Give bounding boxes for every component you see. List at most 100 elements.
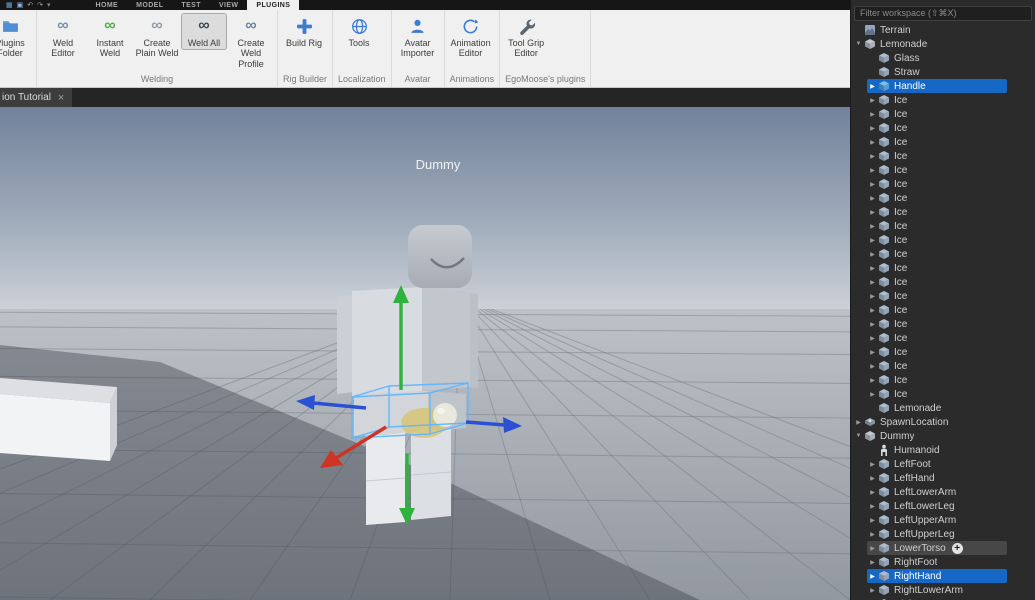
tree-row-ice[interactable]: ▶Ice (851, 93, 1035, 107)
tree-row-ice[interactable]: ▶Ice (851, 359, 1035, 373)
tree-row-handle[interactable]: ▶Handle (851, 79, 1035, 93)
collapse-arrow-icon[interactable]: ▼ (853, 41, 864, 47)
white-part[interactable] (0, 378, 117, 461)
ribbon-button-avatar-importer[interactable]: Avatar Importer (395, 13, 441, 61)
expand-arrow-icon[interactable]: ▶ (867, 195, 878, 202)
tree-row-righthand[interactable]: ▶RightHand (851, 569, 1035, 583)
tree-row-ice[interactable]: ▶Ice (851, 373, 1035, 387)
ribbon-button-weld-all[interactable]: ∞Weld All (181, 13, 227, 50)
ribbon-button-tools[interactable]: Tools (336, 13, 382, 50)
tree-row-ice[interactable]: ▶Ice (851, 205, 1035, 219)
dummy-head[interactable] (408, 225, 472, 288)
save-icon[interactable]: ▣ (17, 2, 24, 9)
expand-arrow-icon[interactable]: ▶ (867, 321, 878, 328)
expand-arrow-icon[interactable]: ▶ (867, 559, 878, 566)
tree-row-ice[interactable]: ▶Ice (851, 233, 1035, 247)
tree-row-ice[interactable]: ▶Ice (851, 387, 1035, 401)
expand-arrow-icon[interactable]: ▶ (867, 573, 878, 580)
ribbon-button-instant-weld[interactable]: ∞Instant Weld (87, 13, 133, 61)
tab-home[interactable]: HOME (87, 0, 128, 10)
redo-icon[interactable]: ↷ (37, 2, 43, 9)
tree-row-leftupperleg[interactable]: ▶LeftUpperLeg (851, 527, 1035, 541)
collapse-arrow-icon[interactable]: ▼ (853, 433, 864, 439)
tree-row-ice[interactable]: ▶Ice (851, 303, 1035, 317)
expand-arrow-icon[interactable]: ▶ (867, 139, 878, 146)
dummy-torso-front[interactable] (352, 287, 422, 396)
tree-row-ice[interactable]: ▶Ice (851, 135, 1035, 149)
ribbon-button-animation-editor[interactable]: Animation Editor (448, 13, 494, 61)
close-tab-icon[interactable]: × (58, 92, 64, 104)
expand-arrow-icon[interactable]: ▶ (867, 307, 878, 314)
expand-arrow-icon[interactable]: ▶ (867, 209, 878, 216)
tab-model[interactable]: MODEL (127, 0, 172, 10)
tree-row-lemonade[interactable]: Lemonade (851, 401, 1035, 415)
ribbon-button-create-plain-weld[interactable]: ∞Create Plain Weld (134, 13, 180, 61)
expand-arrow-icon[interactable]: ▶ (867, 391, 878, 398)
studio-logo-icon[interactable]: ▦ (6, 2, 13, 9)
tree-row-rightlowerarm[interactable]: ▶RightLowerArm (851, 583, 1035, 597)
expand-arrow-icon[interactable]: ▶ (867, 517, 878, 524)
tree-row-glass[interactable]: Glass (851, 51, 1035, 65)
tree-row-ice[interactable]: ▶Ice (851, 121, 1035, 135)
dropdown-caret-icon[interactable]: ▾ (47, 2, 51, 9)
expand-arrow-icon[interactable]: ▶ (867, 461, 878, 468)
tree-row-ice[interactable]: ▶Ice (851, 191, 1035, 205)
ribbon-button-plugins-folder[interactable]: Plugins Folder (0, 13, 33, 61)
explorer-filter-input[interactable] (854, 6, 1032, 21)
tree-row-dummy[interactable]: ▼Dummy (851, 429, 1035, 443)
tree-row-ice[interactable]: ▶Ice (851, 177, 1035, 191)
expand-arrow-icon[interactable]: ▶ (867, 97, 878, 104)
expand-arrow-icon[interactable]: ▶ (867, 111, 878, 118)
expand-arrow-icon[interactable]: ▶ (867, 503, 878, 510)
tree-row-lowertorso[interactable]: ▶LowerTorso+ (851, 541, 1035, 555)
expand-arrow-icon[interactable]: ▶ (867, 377, 878, 384)
dummy-torso-side[interactable] (422, 287, 470, 391)
tree-row-ice[interactable]: ▶Ice (851, 345, 1035, 359)
expand-arrow-icon[interactable]: ▶ (867, 223, 878, 230)
tree-row-lemonade[interactable]: ▼Lemonade (851, 37, 1035, 51)
tree-row-leftupperarm[interactable]: ▶LeftUpperArm (851, 513, 1035, 527)
expand-arrow-icon[interactable]: ▶ (867, 363, 878, 370)
viewport-3d[interactable]: Dummy (0, 107, 850, 600)
expand-arrow-icon[interactable]: ▶ (867, 293, 878, 300)
expand-arrow-icon[interactable]: ▶ (867, 335, 878, 342)
tree-row-ice[interactable]: ▶Ice (851, 317, 1035, 331)
tree-row-ice[interactable]: ▶Ice (851, 331, 1035, 345)
tree-row-humanoid[interactable]: Humanoid (851, 443, 1035, 457)
tree-row-ice[interactable]: ▶Ice (851, 261, 1035, 275)
tree-row-ice[interactable]: ▶Ice (851, 275, 1035, 289)
expand-arrow-icon[interactable]: ▶ (867, 265, 878, 272)
document-tab[interactable]: ion Tutorial × (0, 88, 72, 107)
tree-row-straw[interactable]: Straw (851, 65, 1035, 79)
expand-arrow-icon[interactable]: ▶ (867, 237, 878, 244)
expand-arrow-icon[interactable]: ▶ (867, 125, 878, 132)
expand-arrow-icon[interactable]: ▶ (853, 419, 864, 426)
tree-row-ice[interactable]: ▶Ice (851, 247, 1035, 261)
ribbon-button-tool-grip-editor[interactable]: Tool Grip Editor (503, 13, 549, 61)
tree-row-ice[interactable]: ▶Ice (851, 149, 1035, 163)
scene-canvas[interactable]: Dummy (0, 107, 850, 600)
undo-icon[interactable]: ↶ (27, 2, 33, 9)
expand-arrow-icon[interactable]: ▶ (867, 349, 878, 356)
tree-row-spawnlocation[interactable]: ▶SpawnLocation (851, 415, 1035, 429)
add-instance-button[interactable]: + (952, 543, 963, 554)
tree-row-leftlowerarm[interactable]: ▶LeftLowerArm (851, 485, 1035, 499)
expand-arrow-icon[interactable]: ▶ (867, 587, 878, 594)
tree-row-rightfoot[interactable]: ▶RightFoot (851, 555, 1035, 569)
expand-arrow-icon[interactable]: ▶ (867, 545, 878, 552)
tab-view[interactable]: VIEW (210, 0, 248, 10)
ribbon-button-create-weld-profile[interactable]: ∞Create Weld Profile (228, 13, 274, 71)
expand-arrow-icon[interactable]: ▶ (867, 153, 878, 160)
tree-row-terrain[interactable]: Terrain (851, 23, 1035, 37)
ribbon-button-build-rig[interactable]: Build Rig (281, 13, 327, 50)
expand-arrow-icon[interactable]: ▶ (867, 83, 878, 90)
tab-plugins[interactable]: PLUGINS (247, 0, 299, 10)
expand-arrow-icon[interactable]: ▶ (867, 279, 878, 286)
tree-row-leftfoot[interactable]: ▶LeftFoot (851, 457, 1035, 471)
expand-arrow-icon[interactable]: ▶ (867, 531, 878, 538)
tree-row-ice[interactable]: ▶Ice (851, 107, 1035, 121)
ribbon-button-weld-editor[interactable]: ∞Weld Editor (40, 13, 86, 61)
expand-arrow-icon[interactable]: ▶ (867, 489, 878, 496)
tree-row-ice[interactable]: ▶Ice (851, 163, 1035, 177)
expand-arrow-icon[interactable]: ▶ (867, 167, 878, 174)
